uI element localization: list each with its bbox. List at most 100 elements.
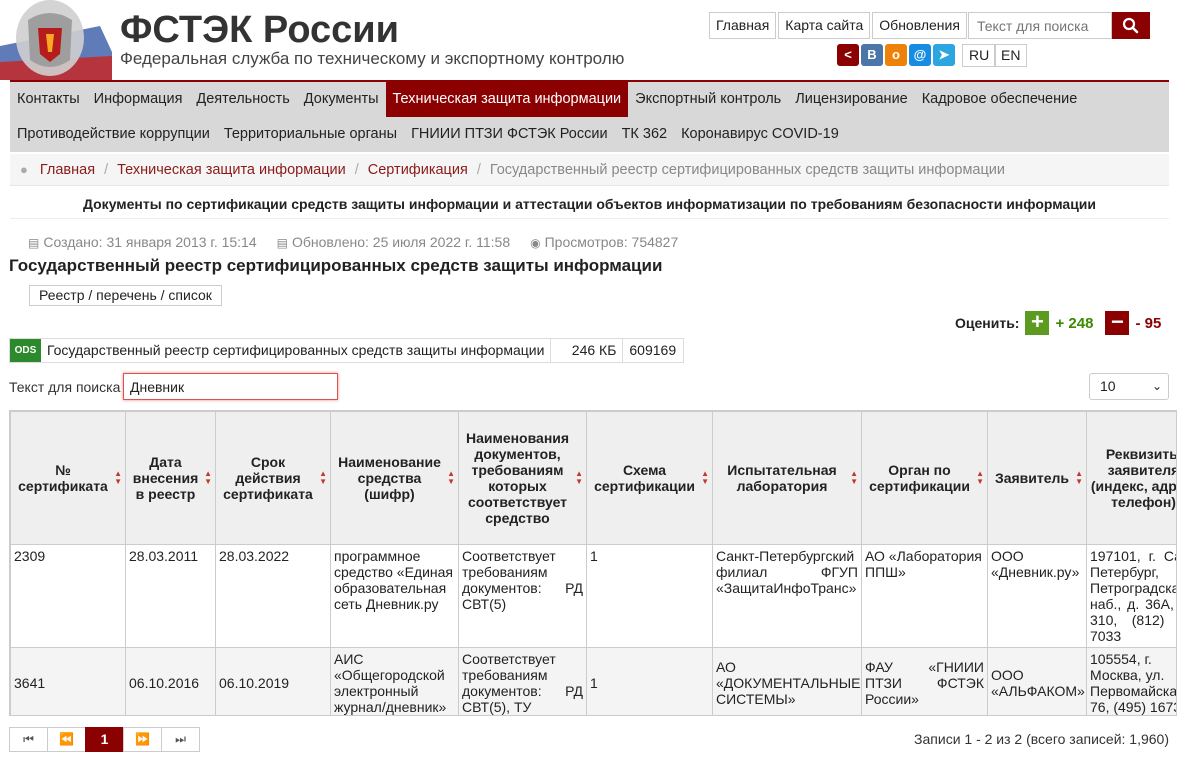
sort-icon: ▲ ▼ — [204, 469, 212, 486]
page-size-value: 10 — [1100, 378, 1116, 394]
rating: Оценить: + + 248 − - 95 — [955, 311, 1161, 335]
cell-scheme: 1 — [586, 647, 713, 715]
vk-icon[interactable]: В — [861, 44, 883, 66]
search-icon — [1122, 17, 1139, 34]
topnav-home[interactable]: Главная — [709, 12, 777, 39]
cell-cert-number: 2309 — [10, 544, 126, 648]
cell-product-name: программное средство «Единая образовател… — [330, 544, 459, 648]
menu-item-gniii[interactable]: ГНИИИ ПТЗИ ФСТЭК России — [404, 117, 615, 152]
menu-item-export-control[interactable]: Экспортный контроль — [628, 82, 788, 117]
breadcrumb-current: Государственный реестр сертифицированных… — [489, 161, 1005, 178]
menu-item-information[interactable]: Информация — [87, 82, 190, 117]
menu-item-activity[interactable]: Деятельность — [189, 82, 296, 117]
topnav-updates[interactable]: Обновления — [872, 12, 967, 39]
page-button-current[interactable]: 1 — [85, 727, 124, 752]
telegram-icon[interactable]: ➤ — [933, 44, 955, 66]
rating-minus-count: - 95 — [1135, 314, 1162, 332]
menu-item-personnel[interactable]: Кадровое обеспечение — [915, 82, 1085, 117]
sort-icon: ▲ ▼ — [1075, 469, 1083, 486]
social-links: < В о @ ➤ — [837, 44, 955, 66]
file-name[interactable]: Государственный реестр сертифицированных… — [41, 339, 552, 362]
breadcrumb-technical-protection[interactable]: Техническая защита информации — [117, 162, 346, 178]
site-subtitle: Федеральная служба по техническому и экс… — [120, 49, 625, 68]
registry-table-container[interactable]: № сертификата ▲ ▼ Дата внесения в реестр ▲ ▼… — [9, 410, 1177, 716]
share-icon[interactable]: < — [837, 44, 859, 66]
col-header-date-added[interactable]: Дата внесения в реестр ▲ ▼ — [125, 411, 216, 545]
cell-laboratory: АО «ДОКУМЕНТАЛЬНЫЕ СИСТЕМЫ» — [712, 647, 862, 715]
rating-plus-count: + 248 — [1055, 314, 1094, 332]
col-header-documents[interactable]: Наименования документов, требованиям кот… — [458, 411, 587, 545]
menu-item-technical-protection[interactable]: Техническая защита информации — [385, 82, 629, 117]
sort-icon: ▲ ▼ — [850, 469, 858, 486]
sort-icon: ▲ ▼ — [976, 469, 984, 486]
updated-date: Обновлено: 25 июля 2022 г. 11:58 — [291, 234, 511, 250]
calendar-icon: ▤ — [28, 236, 40, 250]
next-page-icon[interactable]: ⏩ — [123, 727, 162, 752]
col-header-cert-body[interactable]: Орган по сертификации ▲ ▼ — [861, 411, 988, 545]
file-download-row[interactable]: ODS Государственный реестр сертифицирова… — [9, 338, 685, 363]
col-header-validity[interactable]: Срок действия сертификата ▲ ▼ — [215, 411, 331, 545]
mailru-icon[interactable]: @ — [909, 44, 931, 66]
col-header-product-name[interactable]: Наименование средства (шифр) ▲ ▼ — [330, 411, 459, 545]
menu-item-licensing[interactable]: Лицензирование — [788, 82, 914, 117]
cell-laboratory: Санкт-Петербургский филиал ФГУП «ЗащитаИ… — [712, 544, 862, 648]
section-title: Документы по сертификации средств защиты… — [10, 196, 1169, 219]
cell-validity: 28.03.2022 — [215, 544, 331, 648]
table-row[interactable]: 3641 06.10.2016 06.10.2019 АИС «Общегоро… — [10, 647, 1176, 715]
rating-label: Оценить: — [955, 315, 1020, 331]
table-header-row: № сертификата ▲ ▼ Дата внесения в реестр ▲ ▼… — [10, 411, 1176, 545]
col-header-cert-number[interactable]: № сертификата ▲ ▼ — [10, 411, 126, 545]
last-page-icon[interactable]: ⏭ — [161, 727, 200, 752]
search-button[interactable] — [1112, 12, 1150, 39]
sort-icon: ▲ ▼ — [447, 469, 455, 486]
menu-item-covid[interactable]: Коронавирус COVID-19 — [674, 117, 846, 152]
tab-registry-list[interactable]: Реестр / перечень / список — [29, 285, 222, 306]
sort-icon: ▲ ▼ — [701, 469, 709, 486]
cell-cert-body: ФАУ «ГНИИИ ПТЗИ ФСТЭК России» — [861, 647, 988, 715]
col-header-applicant[interactable]: Заявитель ▲ ▼ — [987, 411, 1087, 545]
table-search-input[interactable] — [123, 373, 338, 400]
col-header-scheme[interactable]: Схема сертификации ▲ ▼ — [586, 411, 713, 545]
table-search-label: Текст для поиска — [9, 379, 121, 395]
cell-scheme: 1 — [586, 544, 713, 648]
menu-item-tk362[interactable]: ТК 362 — [615, 117, 675, 152]
cell-applicant: ООО «Дневник.ру» — [987, 544, 1087, 648]
col-header-applicant-details[interactable]: Реквизиты заявителя (индекс, адрес, теле… — [1086, 411, 1176, 545]
cell-documents: Соответствует требованиям документов: РД… — [458, 544, 587, 648]
first-page-icon[interactable]: ⏮ — [9, 727, 48, 752]
page-size-select[interactable]: 10 ⌄ — [1089, 373, 1169, 400]
menu-item-anticorruption[interactable]: Противодействие коррупции — [10, 117, 217, 152]
prev-page-icon[interactable]: ⏪ — [47, 727, 86, 752]
breadcrumb: ● Главная / Техническая защита информаци… — [10, 154, 1169, 186]
minus-icon[interactable]: − — [1105, 311, 1130, 335]
odnoklassniki-icon[interactable]: о — [885, 44, 907, 66]
site-search-input[interactable] — [968, 12, 1112, 39]
article-meta: ▤ Создано: 31 января 2013 г. 15:14 ▤ Обнов… — [28, 234, 678, 250]
breadcrumb-separator: / — [476, 161, 481, 178]
site-title: ФСТЭК России — [120, 9, 400, 51]
sort-icon: ▲ ▼ — [319, 469, 327, 486]
cell-documents: Соответствует требованиям документов: РД… — [458, 647, 587, 715]
sort-icon: ▲ ▼ — [114, 469, 122, 486]
cell-cert-number: 3641 — [10, 647, 126, 715]
cell-applicant-details: 197101, г. Санкт-Петербург, Петроградска… — [1086, 544, 1176, 648]
eye-icon: ◉ — [530, 236, 541, 250]
location-pin-icon: ● — [20, 162, 28, 177]
menu-item-documents[interactable]: Документы — [297, 82, 386, 117]
topnav-sitemap[interactable]: Карта сайта — [778, 12, 871, 39]
menu-item-territorial[interactable]: Территориальные органы — [217, 117, 404, 152]
breadcrumb-certification[interactable]: Сертификация — [368, 162, 468, 178]
page-title: Государственный реестр сертифицированных… — [9, 256, 663, 275]
fstec-emblem-logo[interactable] — [0, 0, 112, 80]
plus-icon[interactable]: + — [1025, 311, 1050, 335]
table-row[interactable]: 2309 28.03.2011 28.03.2022 программное с… — [10, 544, 1176, 648]
menu-item-contacts[interactable]: Контакты — [10, 82, 87, 117]
breadcrumb-home[interactable]: Главная — [40, 162, 95, 178]
file-downloads: 609169 — [629, 342, 677, 358]
cell-applicant-details: 105554, г. Москва, ул. Первомайская, д. … — [1086, 647, 1176, 715]
col-header-laboratory[interactable]: Испытательная лаборатория ▲ ▼ — [712, 411, 862, 545]
cell-product-name: АИС «Общегородской электронный журнал/дн… — [330, 647, 459, 715]
lang-en[interactable]: EN — [994, 44, 1028, 67]
lang-ru[interactable]: RU — [962, 44, 997, 67]
main-menu-row-1: Контакты Информация Деятельность Докумен… — [10, 82, 1084, 117]
